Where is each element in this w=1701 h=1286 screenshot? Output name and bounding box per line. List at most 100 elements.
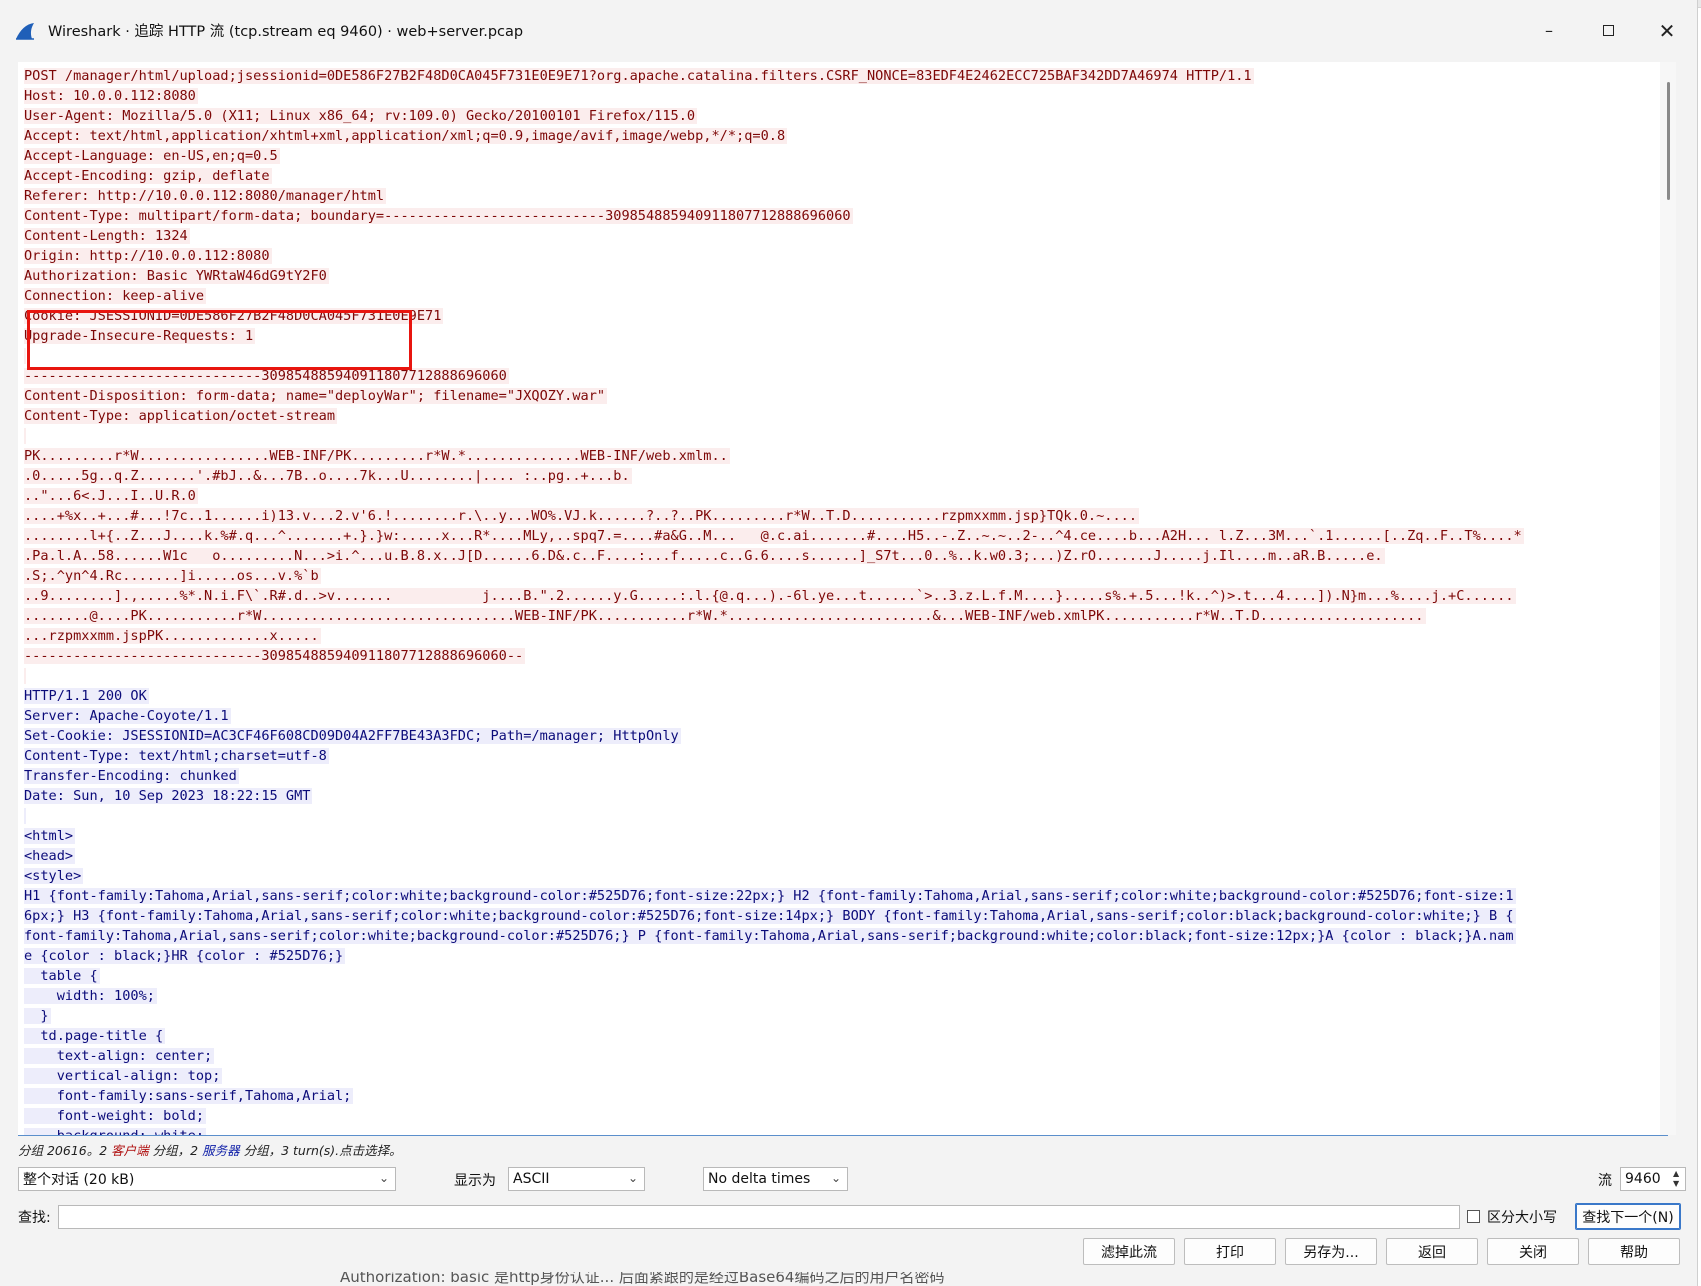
client-stream-line: .0.....5g..q.Z.......'.#bJ..&...7B..o...… [24,466,1654,486]
stream-line-text: Connection: keep-alive [24,288,207,304]
stream-status-text: 分组 20616。2 客户端 分组，2 服务器 分组，3 turn(s).点击选… [18,1140,402,1160]
stream-number-spinbox[interactable]: 9460 ▲ ▼ [1620,1167,1686,1191]
server-stream-line: <style> [24,866,1654,886]
stream-line-text [24,428,26,444]
conversation-select[interactable]: 整个对话 (20 kB) ⌄ [18,1167,396,1191]
help-button[interactable]: 帮助 [1588,1238,1680,1265]
client-stream-line: Content-Type: multipart/form-data; bound… [24,206,1654,226]
server-stream-line [24,806,1654,826]
client-stream-line: Cookie: JSESSIONID=0DE586F27B2F48D0CA045… [24,306,1654,326]
client-stream-line: ..9........].,.....%*.N.i.F\`.R#.d..>v..… [24,586,1654,606]
stream-text[interactable]: POST /manager/html/upload;jsessionid=0DE… [24,66,1654,1135]
client-stream-line [24,666,1654,686]
server-stream-line: HTTP/1.1 200 OK [24,686,1654,706]
delta-times-select[interactable]: No delta times ⌄ [703,1167,848,1191]
stream-line-text: ..9........].,.....%*.N.i.F\`.R#.d..>v..… [24,588,1516,604]
save-as-button[interactable]: 另存为... [1285,1238,1377,1265]
chevron-down-icon: ⌄ [627,1171,638,1185]
minimize-icon: – [1545,21,1553,40]
stream-number-value: 9460 [1625,1171,1661,1187]
server-stream-line: <html> [24,826,1654,846]
stream-line-text: Server: Apache-Coyote/1.1 [24,708,231,724]
minimize-button[interactable]: – [1520,8,1578,53]
stream-line-text: font-family:sans-serif,Tahoma,Arial; [24,1088,354,1104]
stream-line-text: } [24,1008,51,1024]
stream-line-text: .Pa.l.A..58......W1c o.........N...>i.^.… [24,548,1385,564]
server-stream-line: Server: Apache-Coyote/1.1 [24,706,1654,726]
show-as-label: 显示为 [454,1173,496,1189]
conversation-value: 整个对话 (20 kB) [23,1172,135,1188]
server-stream-line: 6px;} H3 {font-family:Tahoma,Arial,sans-… [24,906,1654,926]
client-stream-line: -----------------------------30985488594… [24,366,1654,386]
server-packets-link[interactable]: 服务器 [202,1143,240,1158]
stream-line-text: Transfer-Encoding: chunked [24,768,239,784]
client-stream-line: ........l+{..Z...J....k.%#.q...^.......+… [24,526,1654,546]
server-stream-line: vertical-align: top; [24,1066,1654,1086]
client-stream-line: Content-Length: 1324 [24,226,1654,246]
encoding-value: ASCII [513,1171,550,1187]
stream-line-text: Set-Cookie: JSESSIONID=AC3CF46F608CD09D0… [24,728,681,744]
vertical-scrollbar[interactable] [1660,62,1676,1135]
case-sensitive-checkbox[interactable] [1467,1210,1480,1223]
server-stream-line: Transfer-Encoding: chunked [24,766,1654,786]
client-stream-line: User-Agent: Mozilla/5.0 (X11; Linux x86_… [24,106,1654,126]
server-stream-line: font-weight: bold; [24,1106,1654,1126]
server-stream-line: e {color : black;}HR {color : #525D76;} [24,946,1654,966]
stream-line-text [24,668,26,684]
server-stream-line: } [24,1006,1654,1026]
background-document-text: Authorization: basic 是http身份认证... 后面紧跟的是… [340,1272,945,1286]
stream-line-text: Date: Sun, 10 Sep 2023 18:22:15 GMT [24,788,313,804]
client-stream-line: PK.........r*W................WEB-INF/PK… [24,446,1654,466]
client-stream-line: Connection: keep-alive [24,286,1654,306]
status-prefix: 分组 20616。2 [18,1143,112,1158]
stream-line-text: Content-Type: text/html;charset=utf-8 [24,748,329,764]
client-stream-line: ....+%x..+...#...!7c..1......i)13.v...2.… [24,506,1654,526]
client-stream-line: .S;.^yn^4.Rc.......]i.....os...v.%`b [24,566,1654,586]
client-packets-link[interactable]: 客户端 [111,1143,149,1158]
back-button[interactable]: 返回 [1386,1238,1478,1265]
stream-line-text: ........@....PK...........r*W...........… [24,608,1426,624]
client-stream-line: Accept: text/html,application/xhtml+xml,… [24,126,1654,146]
stream-line-text: Referer: http://10.0.0.112:8080/manager/… [24,188,387,204]
stream-line-text: font-weight: bold; [24,1108,207,1124]
server-stream-line: Content-Type: text/html;charset=utf-8 [24,746,1654,766]
stream-line-text: -----------------------------30985488594… [24,648,526,664]
wireshark-fin-icon [16,22,34,40]
stream-line-text [24,808,26,824]
client-stream-line: ........@....PK...........r*W...........… [24,606,1654,626]
encoding-select[interactable]: ASCII ⌄ [508,1167,645,1191]
scrollbar-thumb[interactable] [1667,82,1670,200]
close-button[interactable]: 关闭 [1487,1238,1579,1265]
title-bar[interactable]: Wireshark · 追踪 HTTP 流 (tcp.stream eq 946… [0,8,1697,53]
client-stream-line: Content-Disposition: form-data; name="de… [24,386,1654,406]
window-title: Wireshark · 追踪 HTTP 流 (tcp.stream eq 946… [48,24,524,40]
stream-content-pane[interactable]: POST /manager/html/upload;jsessionid=0DE… [18,62,1668,1136]
client-stream-line: .Pa.l.A..58......W1c o.........N...>i.^.… [24,546,1654,566]
stream-line-text: ...rzpmxxmm.jspPK.............x..... [24,628,321,644]
find-label: 查找: [18,1210,51,1226]
print-button[interactable]: 打印 [1184,1238,1276,1265]
server-stream-line: <head> [24,846,1654,866]
status-middle: 分组，2 [148,1143,203,1158]
server-stream-line: H1 {font-family:Tahoma,Arial,sans-serif;… [24,886,1654,906]
find-input[interactable] [58,1205,1460,1229]
stream-line-text: -----------------------------30985488594… [24,368,509,384]
chevron-down-icon: ⌄ [830,1171,841,1185]
stream-line-text: Cookie: JSESSIONID=0DE586F27B2F48D0CA045… [24,308,444,324]
spin-arrows-icon[interactable]: ▲ ▼ [1673,1169,1683,1189]
client-stream-line: ...rzpmxxmm.jspPK.............x..... [24,626,1654,646]
close-window-button[interactable]: ✕ [1638,8,1696,53]
stream-line-text: Content-Disposition: form-data; name="de… [24,388,608,404]
stream-line-text: Origin: http://10.0.0.112:8080 [24,248,272,264]
server-stream-line: font-family:Tahoma,Arial,sans-serif;colo… [24,926,1654,946]
stream-line-text: e {color : black;}HR {color : #525D76;} [24,948,346,964]
stream-line-text: User-Agent: Mozilla/5.0 (X11; Linux x86_… [24,108,698,124]
client-stream-line: Upgrade-Insecure-Requests: 1 [24,326,1654,346]
stream-line-text: Authorization: Basic YWRtaW46dG9tY2F0 [24,268,329,284]
stream-line-text: <style> [24,868,84,884]
find-next-button[interactable]: 查找下一个(N) [1575,1203,1681,1230]
maximize-button[interactable] [1579,8,1637,53]
stream-line-text: Accept-Language: en-US,en;q=0.5 [24,148,280,164]
case-sensitive-label[interactable]: 区分大小写 [1487,1207,1557,1227]
filter-out-stream-button[interactable]: 滤掉此流 [1083,1238,1175,1265]
